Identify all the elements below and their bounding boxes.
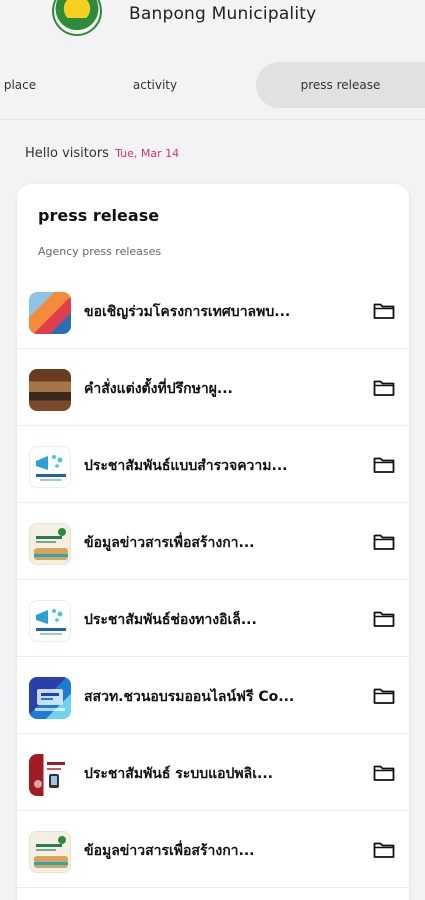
folder-icon[interactable] — [373, 764, 395, 782]
list-item-title: สสวท.ชวนอบรมออนไลน์ฟรี Co... — [84, 689, 295, 705]
thumb-colorful-poster-icon — [29, 292, 71, 334]
greeting-date: Tue, Mar 14 — [115, 147, 180, 160]
greeting-text: Hello visitors — [25, 146, 109, 161]
thumb-municipal-notice-icon — [29, 523, 71, 565]
press-release-card: press release Agency press releases ขอเช… — [17, 184, 409, 900]
app-header: Banpong Municipality — [0, 0, 425, 45]
list-item[interactable]: คำสั่งแต่งตั้งที่ปรึกษาผู... — [17, 349, 409, 426]
tab-place[interactable]: place — [0, 62, 50, 108]
app-title: Banpong Municipality — [129, 4, 317, 24]
list-item-title: ประชาสัมพันธ์ช่องทางอิเล็... — [84, 612, 257, 628]
press-release-list: ขอเชิญร่วมโครงการเทศบาลพบ... คำสั่งแต่งต… — [17, 272, 409, 888]
tab-bar: place activity press release — [0, 62, 425, 108]
folder-icon[interactable] — [373, 841, 395, 859]
list-item-title: คำสั่งแต่งตั้งที่ปรึกษาผู... — [84, 381, 233, 397]
list-item-title: ประชาสัมพันธ์แบบสำรวจความ... — [84, 458, 288, 474]
folder-icon[interactable] — [373, 302, 395, 320]
list-item[interactable]: ข้อมูลข่าวสารเพื่อสร้างกา... — [17, 503, 409, 580]
list-item[interactable]: ขอเชิญร่วมโครงการเทศบาลพบ... — [17, 272, 409, 349]
thumb-municipal-notice-icon — [29, 831, 71, 873]
folder-icon[interactable] — [373, 610, 395, 628]
greeting: Hello visitors Tue, Mar 14 — [25, 146, 179, 161]
folder-icon[interactable] — [373, 456, 395, 474]
list-item-title: ประชาสัมพันธ์ ระบบแอปพลิเ... — [84, 766, 273, 782]
thumb-megaphone-icon — [29, 446, 71, 488]
list-item-title: ข้อมูลข่าวสารเพื่อสร้างกา... — [84, 535, 255, 551]
folder-icon[interactable] — [373, 687, 395, 705]
thumb-megaphone-icon — [29, 600, 71, 642]
card-subtitle: Agency press releases — [38, 245, 162, 258]
list-item[interactable]: ข้อมูลข่าวสารเพื่อสร้างกา... — [17, 811, 409, 888]
list-item[interactable]: ประชาสัมพันธ์ช่องทางอิเล็... — [17, 580, 409, 657]
list-item[interactable]: ประชาสัมพันธ์แบบสำรวจความ... — [17, 426, 409, 503]
municipality-logo-icon — [52, 0, 102, 36]
list-item-title: ข้อมูลข่าวสารเพื่อสร้างกา... — [84, 843, 255, 859]
thumb-online-course-icon — [29, 677, 71, 719]
folder-icon[interactable] — [373, 379, 395, 397]
tab-press-release[interactable]: press release — [256, 62, 425, 108]
list-item-title: ขอเชิญร่วมโครงการเทศบาลพบ... — [84, 304, 291, 320]
card-title: press release — [38, 206, 160, 225]
tab-activity[interactable]: activity — [105, 62, 205, 108]
header-divider — [0, 119, 425, 120]
folder-icon[interactable] — [373, 533, 395, 551]
thumb-app-poster-icon — [29, 754, 71, 796]
list-item[interactable]: สสวท.ชวนอบรมออนไลน์ฟรี Co... — [17, 657, 409, 734]
list-item[interactable]: ประชาสัมพันธ์ ระบบแอปพลิเ... — [17, 734, 409, 811]
thumb-meeting-photo-icon — [29, 369, 71, 411]
